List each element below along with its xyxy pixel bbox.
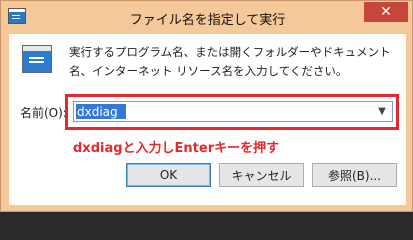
dialog-body: 実行するプログラム名、または開くフォルダーやドキュメント名、インターネット リソ… (9, 34, 406, 205)
run-dialog-window: ファイル名を指定して実行 ✕ 実行するプログラム名、または開くフォルダーやドキュ… (0, 0, 413, 212)
title-bar[interactable]: ファイル名を指定して実行 ✕ (1, 1, 413, 35)
window-title: ファイル名を指定して実行 (129, 13, 286, 28)
cancel-button[interactable]: キャンセル (219, 163, 304, 187)
chevron-down-icon[interactable]: ▼ (374, 103, 390, 120)
open-label: 名前(O): (20, 106, 67, 120)
instruction-annotation: dxdiagと入力しEnterキーを押す (73, 141, 280, 156)
close-button[interactable]: ✕ (364, 2, 408, 22)
open-combobox[interactable]: ▼ (73, 101, 393, 122)
browse-button[interactable]: 参照(B)... (312, 163, 397, 187)
close-icon: ✕ (380, 4, 392, 20)
dialog-description: 実行するプログラム名、または開くフォルダーやドキュメント名、インターネット リソ… (69, 45, 391, 78)
run-program-icon (22, 45, 52, 73)
ok-button[interactable]: OK (126, 163, 211, 187)
open-input[interactable] (75, 103, 375, 120)
